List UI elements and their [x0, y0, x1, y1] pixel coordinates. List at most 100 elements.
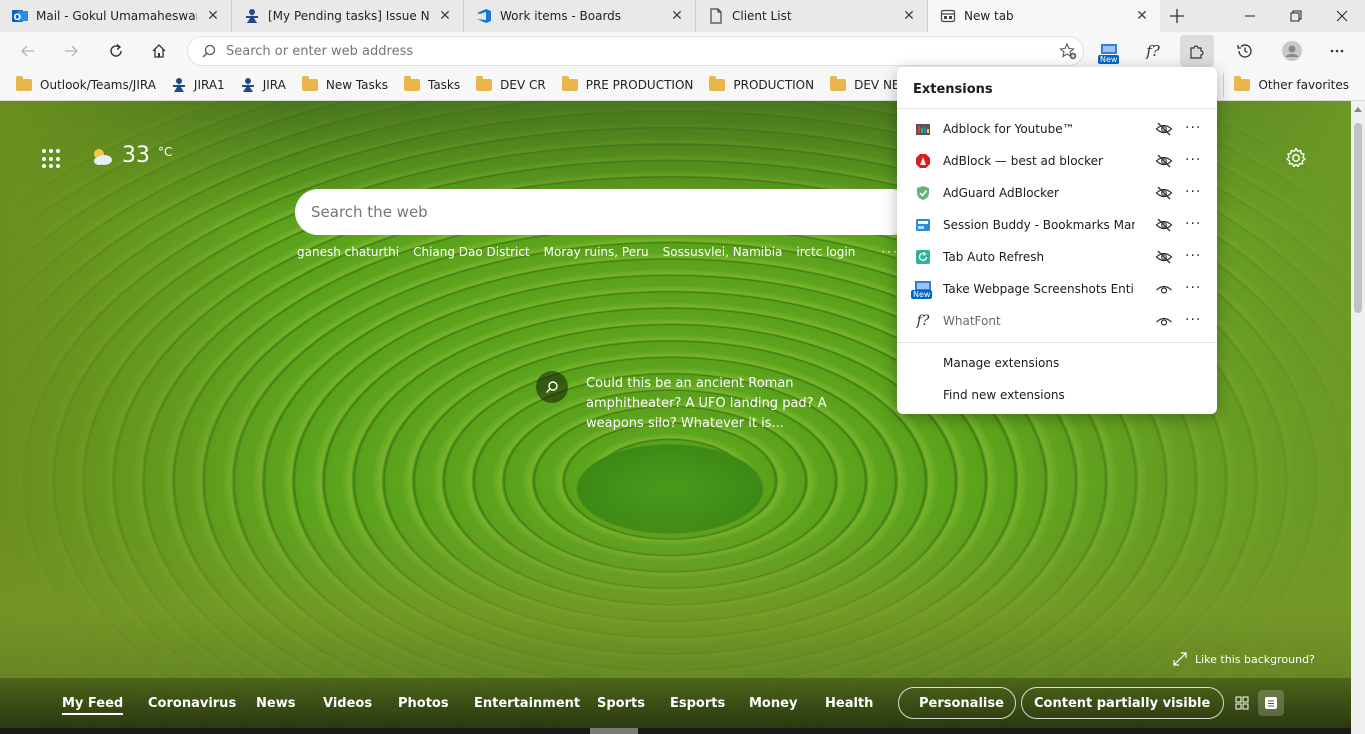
eye-visible-icon[interactable] [1155, 313, 1173, 329]
favorite-folder[interactable]: Outlook/Teams/JIRA [8, 73, 164, 97]
tab-new-tab[interactable]: New tab ✕ [928, 0, 1160, 32]
weather-widget[interactable]: 33 °C [90, 143, 172, 168]
more-dots-icon[interactable]: ··· [1185, 313, 1203, 329]
screenshot-icon: New [911, 281, 935, 299]
close-icon[interactable]: ✕ [901, 8, 917, 24]
eye-visible-icon[interactable] [1155, 281, 1173, 297]
whatfont-icon: f? [916, 313, 930, 329]
more-dots-icon[interactable]: ··· [1185, 185, 1203, 201]
more-dots-icon[interactable]: ··· [1185, 153, 1203, 169]
more-dots-icon[interactable]: ··· [1185, 249, 1203, 265]
extension-item[interactable]: f? WhatFont ··· [897, 305, 1217, 337]
extension-item[interactable]: Adblock for Youtube™ ··· [897, 113, 1217, 145]
favorite-folder[interactable]: PRODUCTION [701, 73, 822, 97]
feed-tab-money[interactable]: Money [749, 696, 797, 711]
eye-hidden-icon[interactable] [1155, 185, 1173, 201]
home-button[interactable] [141, 35, 177, 67]
scrollbar-thumb[interactable] [1354, 123, 1362, 313]
add-favorite-button[interactable] [1053, 42, 1083, 60]
expand-icon [1173, 652, 1187, 666]
tab-mail[interactable]: O Mail - Gokul Umamaheswaran ✕ [0, 0, 232, 32]
personalise-button[interactable]: Personalise [898, 687, 1016, 719]
feed-tab-news[interactable]: News [256, 696, 295, 711]
trending-item[interactable]: irctc login [796, 245, 855, 259]
svg-text:O: O [14, 13, 22, 23]
scroll-up-icon[interactable] [1354, 107, 1362, 112]
close-icon[interactable]: ✕ [669, 8, 685, 24]
other-favorites[interactable]: Other favorites [1223, 73, 1357, 97]
list-view-button[interactable] [1258, 690, 1284, 716]
more-dots-icon[interactable]: ··· [1185, 121, 1203, 137]
forward-button[interactable] [53, 35, 89, 67]
feed-tab-sports[interactable]: Sports [597, 696, 645, 711]
avatar-icon [1282, 41, 1302, 61]
trending-item[interactable]: ganesh chaturthi [297, 245, 399, 259]
web-search-input[interactable] [311, 203, 915, 221]
favorite-folder[interactable]: PRE PRODUCTION [554, 73, 702, 97]
back-button[interactable] [10, 35, 46, 67]
extension-item[interactable]: Session Buddy - Bookmarks Mana... ··· [897, 209, 1217, 241]
page-settings-button[interactable] [1285, 147, 1307, 172]
close-icon[interactable]: ✕ [1134, 8, 1150, 24]
eye-hidden-icon[interactable] [1155, 217, 1173, 233]
address-bar[interactable] [187, 36, 1084, 66]
tab-jira-pending[interactable]: [My Pending tasks] Issue Navig ✕ [232, 0, 464, 32]
favorite-label: Tasks [427, 78, 461, 92]
grid-view-button[interactable] [1229, 690, 1255, 716]
extension-item[interactable]: AdBlock — best ad blocker ··· [897, 145, 1217, 177]
favorite-link[interactable]: JIRA1 [164, 73, 233, 97]
whatfont-extension-button[interactable]: f? [1136, 35, 1170, 67]
eye-hidden-icon[interactable] [1155, 153, 1173, 169]
feed-tab-videos[interactable]: Videos [323, 696, 372, 711]
favorite-link[interactable]: JIRA [233, 73, 294, 97]
trending-searches: ganesh chaturthi Chiang Dao District Mor… [297, 245, 899, 259]
tab-client-list[interactable]: Client List ✕ [696, 0, 928, 32]
extension-item[interactable]: Tab Auto Refresh ··· [897, 241, 1217, 273]
close-window-button[interactable] [1319, 0, 1365, 32]
extension-item[interactable]: AdGuard AdBlocker ··· [897, 177, 1217, 209]
visual-search-icon[interactable] [536, 371, 568, 403]
manage-extensions-link[interactable]: Manage extensions [943, 356, 1059, 370]
content-visibility-dropdown[interactable]: Content partially visible [1021, 687, 1224, 719]
history-button[interactable] [1228, 35, 1262, 67]
feed-tab-photos[interactable]: Photos [398, 696, 449, 711]
feed-tab-my-feed[interactable]: My Feed [62, 696, 124, 715]
feed-tab-esports[interactable]: Esports [670, 696, 725, 711]
close-icon[interactable]: ✕ [437, 8, 453, 24]
favorite-folder[interactable]: Tasks [396, 73, 468, 97]
more-menu-button[interactable] [1320, 35, 1354, 67]
feed-tab-entertainment[interactable]: Entertainment [474, 696, 580, 711]
more-dots-icon[interactable]: ··· [1185, 217, 1203, 233]
trending-item[interactable]: Moray ruins, Peru [544, 245, 649, 259]
folder-icon [301, 76, 318, 91]
eye-hidden-icon[interactable] [1155, 121, 1173, 137]
background-caption[interactable]: Could this be an ancient Roman amphithea… [536, 371, 836, 434]
eye-hidden-icon[interactable] [1155, 249, 1173, 265]
feed-tab-health[interactable]: Health [825, 696, 873, 711]
address-input[interactable] [226, 43, 1053, 59]
refresh-button[interactable] [98, 35, 134, 67]
profile-button[interactable] [1275, 35, 1309, 67]
horizontal-scrollbar[interactable] [0, 728, 1351, 734]
web-search-box[interactable] [295, 189, 915, 235]
close-icon[interactable]: ✕ [205, 8, 221, 24]
vertical-scrollbar[interactable] [1351, 101, 1365, 734]
apps-launcher-button[interactable] [42, 149, 62, 169]
like-background-link[interactable]: Like this background? [1173, 652, 1315, 666]
horizontal-scrollbar-thumb[interactable] [590, 728, 638, 734]
more-dots-icon[interactable]: ··· [1185, 281, 1203, 297]
feed-tab-coronavirus[interactable]: Coronavirus [148, 696, 236, 711]
trending-item[interactable]: Sossusvlei, Namibia [663, 245, 783, 259]
tab-boards[interactable]: Work items - Boards ✕ [464, 0, 696, 32]
extension-item[interactable]: New Take Webpage Screenshots Entirel... … [897, 273, 1217, 305]
arrow-right-icon [65, 45, 78, 57]
extensions-button[interactable] [1180, 35, 1214, 67]
find-extensions-link[interactable]: Find new extensions [943, 388, 1065, 402]
screenshot-extension-button[interactable]: New [1092, 35, 1126, 67]
minimize-button[interactable] [1227, 0, 1273, 32]
favorite-folder[interactable]: DEV CR [468, 73, 554, 97]
trending-item[interactable]: Chiang Dao District [413, 245, 530, 259]
favorite-folder[interactable]: New Tasks [294, 73, 396, 97]
restore-button[interactable] [1273, 0, 1319, 32]
new-tab-button[interactable] [1160, 0, 1194, 32]
